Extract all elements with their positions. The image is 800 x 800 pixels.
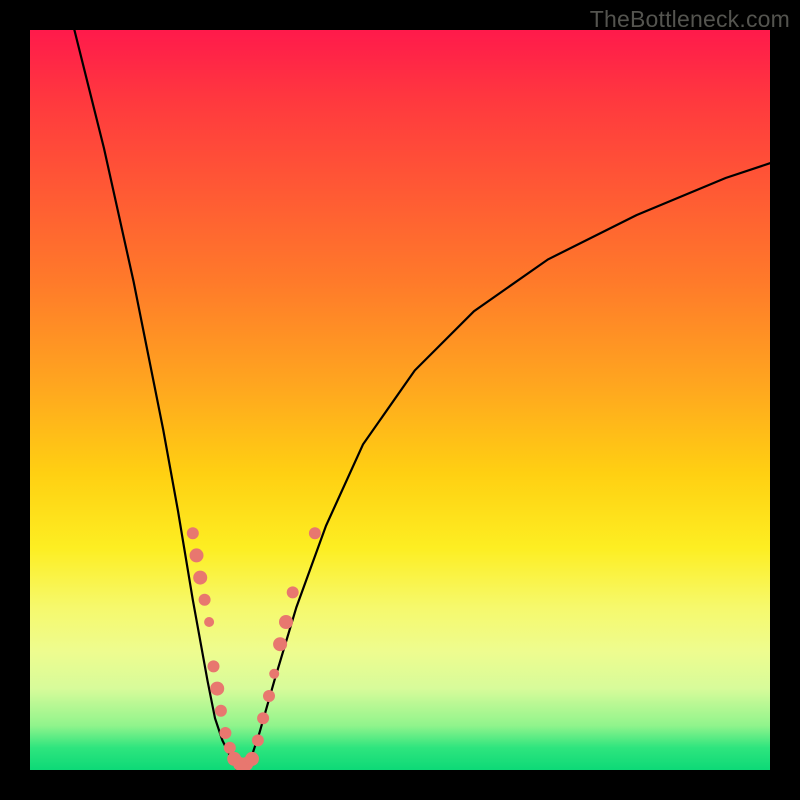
data-marker (187, 527, 199, 539)
right-curve (245, 163, 770, 770)
data-marker (190, 548, 204, 562)
plot-area (30, 30, 770, 770)
marker-group (187, 527, 321, 770)
data-marker (263, 690, 275, 702)
left-curve (74, 30, 237, 770)
data-marker (208, 660, 220, 672)
data-marker (279, 615, 293, 629)
data-marker (245, 752, 259, 766)
data-marker (215, 705, 227, 717)
data-marker (269, 669, 279, 679)
data-marker (252, 734, 264, 746)
data-marker (257, 712, 269, 724)
data-marker (219, 727, 231, 739)
data-marker (309, 527, 321, 539)
chart-frame: TheBottleneck.com (0, 0, 800, 800)
data-marker (199, 594, 211, 606)
watermark-text: TheBottleneck.com (590, 6, 790, 33)
data-marker (204, 617, 214, 627)
data-marker (287, 586, 299, 598)
data-marker (210, 682, 224, 696)
data-marker (273, 637, 287, 651)
data-marker (193, 571, 207, 585)
curve-layer (30, 30, 770, 770)
